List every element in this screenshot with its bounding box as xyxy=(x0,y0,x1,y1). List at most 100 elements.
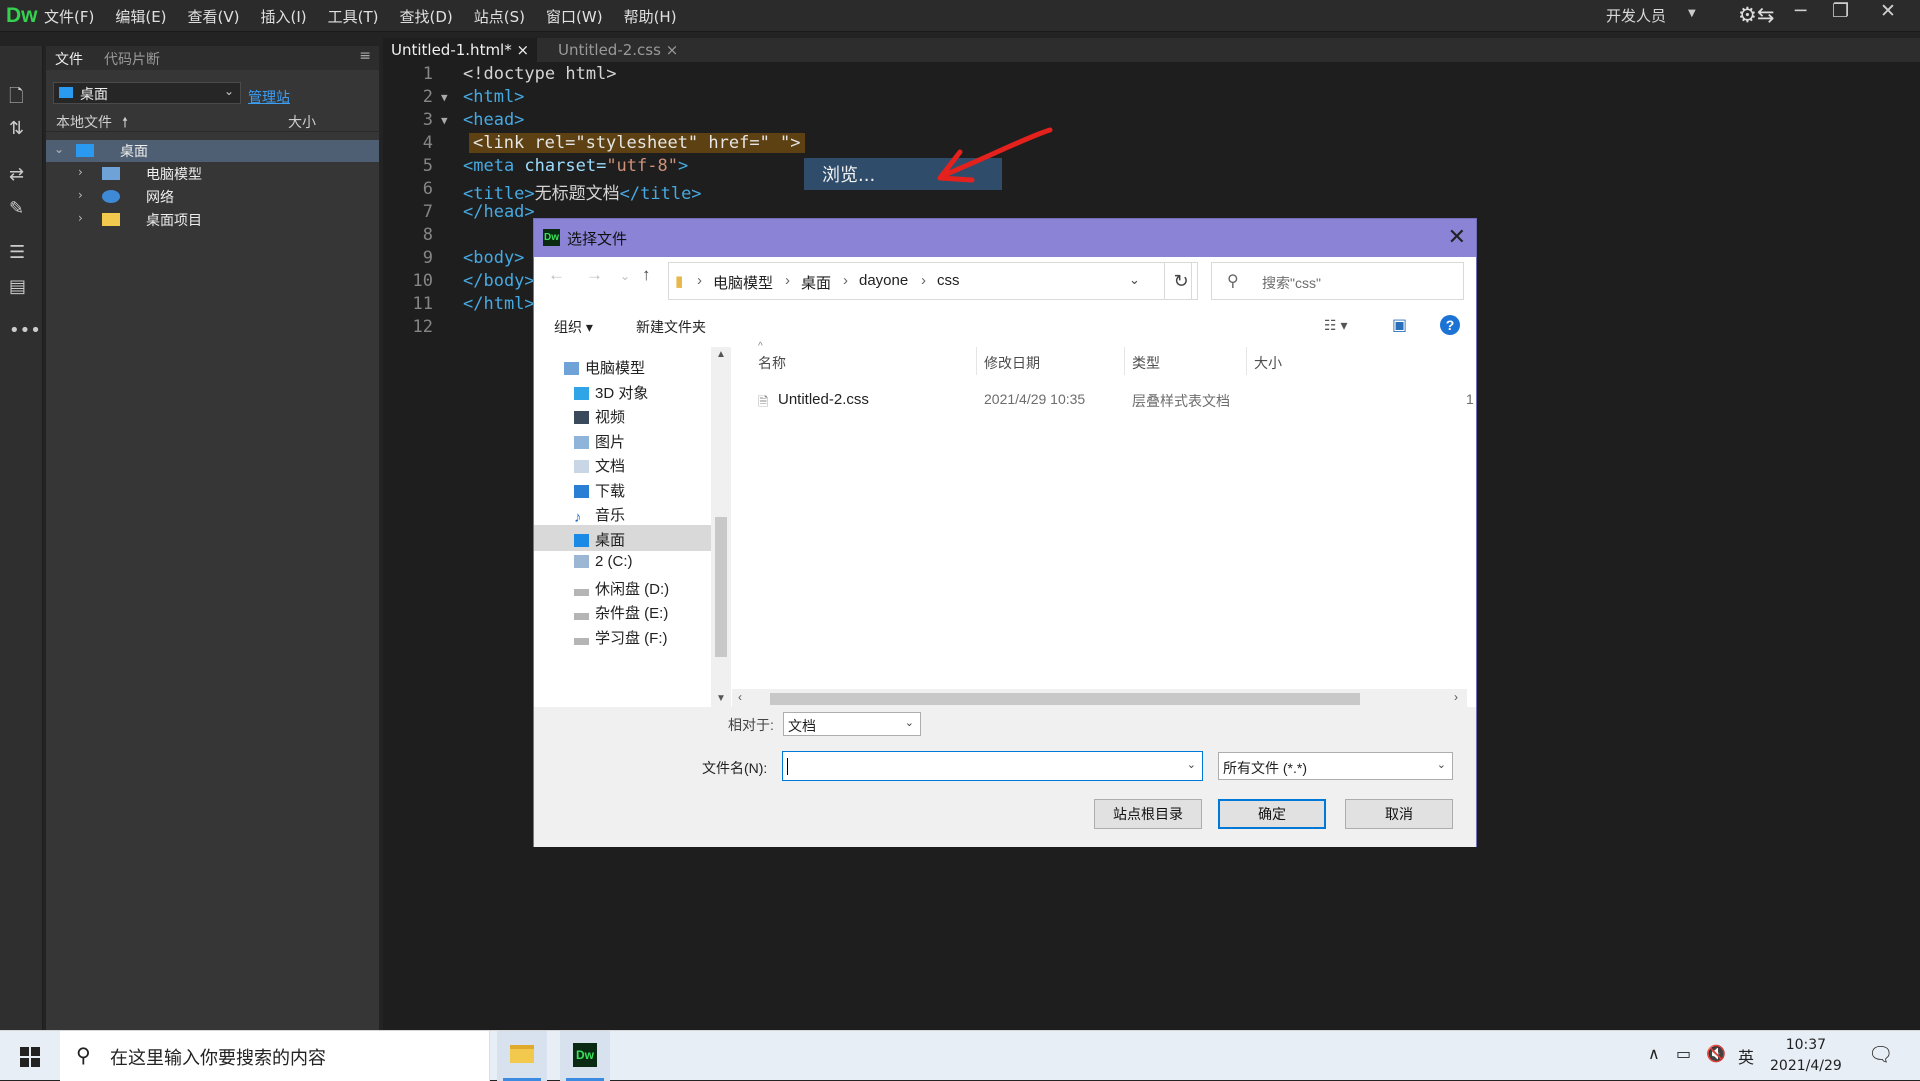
tree-item-desktop[interactable]: ⌄ 桌面 xyxy=(46,140,379,162)
breadcrumb-separator-icon[interactable]: › xyxy=(785,272,790,289)
menu-help[interactable]: 帮助(H) xyxy=(624,6,677,27)
nav-computer[interactable]: 电脑模型 xyxy=(564,357,645,378)
dreamweaver-taskbar-button[interactable]: Dw xyxy=(560,1031,610,1081)
preview-pane-icon[interactable]: ▣ xyxy=(1392,315,1407,335)
workspace-caret-icon[interactable]: ▼ xyxy=(1688,8,1696,19)
nav-drive-c[interactable]: 2 (C:) xyxy=(574,553,633,570)
chevron-down-icon[interactable]: ⌄ xyxy=(1129,272,1140,288)
chevron-down-icon[interactable]: ⌄ xyxy=(1187,758,1196,771)
nav-pictures[interactable]: 图片 xyxy=(574,431,625,452)
fold-toggle-icon[interactable]: ▼ xyxy=(441,91,448,104)
menu-window[interactable]: 窗口(W) xyxy=(546,6,603,27)
column-divider[interactable] xyxy=(1124,347,1125,375)
brush-icon[interactable]: ✎ xyxy=(9,198,24,219)
tree-item-desktop-project[interactable]: › 桌面项目 xyxy=(46,209,379,231)
format-icon[interactable]: ▤ xyxy=(9,276,26,297)
recent-dropdown-icon[interactable]: ⌄ xyxy=(620,269,630,283)
refresh-button[interactable]: ↻ xyxy=(1164,262,1198,300)
close-icon[interactable]: ✕ xyxy=(1448,224,1466,250)
nav-documents[interactable]: 文档 xyxy=(574,455,625,476)
tab-snippets[interactable]: 代码片断 xyxy=(104,49,160,69)
nav-drive-f[interactable]: 学习盘 (F:) xyxy=(574,627,668,648)
settings-gear-icon[interactable]: ⚙⇆ xyxy=(1738,3,1774,27)
forward-arrow-icon[interactable]: → xyxy=(586,265,603,285)
tree-item-computer[interactable]: › 电脑模型 xyxy=(46,163,379,185)
menu-insert[interactable]: 插入(I) xyxy=(261,6,307,27)
menu-file[interactable]: 文件(F) xyxy=(44,6,94,27)
col-size[interactable]: 大小 xyxy=(1254,353,1282,373)
ok-button[interactable]: 确定 xyxy=(1218,799,1326,829)
chevron-right-icon[interactable]: › xyxy=(78,211,83,225)
chevron-right-icon[interactable]: › xyxy=(78,188,83,202)
up-arrow-icon[interactable]: ↑ xyxy=(642,265,651,285)
breadcrumb-desktop[interactable]: 桌面 xyxy=(801,272,831,293)
nav-scrollbar[interactable]: ▲ ▼ xyxy=(711,347,731,707)
nav-3d-objects[interactable]: 3D 对象 xyxy=(574,382,648,403)
comment-icon[interactable]: ☰ xyxy=(9,242,25,263)
filename-input[interactable]: ⌄ xyxy=(782,751,1203,781)
breadcrumb-separator-icon[interactable]: › xyxy=(921,272,926,289)
scroll-down-icon[interactable]: ▼ xyxy=(716,693,726,704)
tab-untitled-1-html[interactable]: Untitled-1.html* × xyxy=(383,38,538,62)
menu-edit[interactable]: 编辑(E) xyxy=(115,6,166,27)
tab-files[interactable]: 文件 xyxy=(55,49,83,69)
col-type[interactable]: 类型 xyxy=(1132,353,1160,373)
search-box[interactable]: ⚲ 搜索"css" xyxy=(1211,262,1464,300)
chevron-right-icon[interactable]: › xyxy=(78,165,83,179)
scrollbar-thumb[interactable] xyxy=(770,693,1360,705)
new-document-icon[interactable]: 🗋 xyxy=(9,84,23,114)
nav-drive-e[interactable]: 杂件盘 (E:) xyxy=(574,602,668,623)
nav-desktop[interactable]: 桌面 xyxy=(534,525,711,551)
scroll-right-icon[interactable]: › xyxy=(1454,690,1458,704)
close-tab-icon[interactable]: × xyxy=(517,41,530,59)
menu-tools[interactable]: 工具(T) xyxy=(328,6,379,27)
nav-music[interactable]: ♪ 音乐 xyxy=(574,504,625,526)
nav-videos[interactable]: 视频 xyxy=(574,406,625,427)
nav-drive-d[interactable]: 休闲盘 (D:) xyxy=(574,578,669,599)
breadcrumb-computer[interactable]: 电脑模型 xyxy=(713,272,773,293)
column-divider[interactable] xyxy=(1246,347,1247,375)
col-size[interactable]: 大小 xyxy=(288,112,316,132)
back-arrow-icon[interactable]: ← xyxy=(548,265,565,285)
windows-start-icon[interactable] xyxy=(20,1047,40,1067)
col-name[interactable]: 名称 xyxy=(758,353,786,373)
dialog-title-bar[interactable]: Dw 选择文件 ✕ xyxy=(534,219,1476,257)
restore-icon[interactable]: ❐ xyxy=(1832,0,1849,22)
view-options-icon[interactable]: ☷ ▾ xyxy=(1324,317,1347,334)
workspace-switcher[interactable]: 开发人员 xyxy=(1606,5,1666,26)
notification-icon[interactable]: 🗨 xyxy=(1868,1042,1893,1066)
battery-icon[interactable]: ▭ xyxy=(1676,1044,1691,1063)
tab-untitled-2-css[interactable]: Untitled-2.css × xyxy=(550,38,686,62)
breadcrumb-css[interactable]: css xyxy=(937,272,960,289)
nav-downloads[interactable]: 下载 xyxy=(574,480,625,501)
breadcrumb-separator-icon[interactable]: › xyxy=(697,272,702,289)
taskbar-search[interactable]: ⚲ 在这里输入你要搜索的内容 xyxy=(60,1031,490,1081)
file-list-hscrollbar[interactable]: ‹ › xyxy=(732,689,1467,707)
close-tab-icon[interactable]: × xyxy=(666,41,679,59)
menu-find[interactable]: 查找(D) xyxy=(400,6,453,27)
chevron-down-icon[interactable]: ⌄ xyxy=(54,142,64,156)
help-icon[interactable]: ? xyxy=(1440,315,1460,335)
scrollbar-thumb[interactable] xyxy=(715,517,727,657)
site-root-button[interactable]: 站点根目录 xyxy=(1094,799,1202,829)
file-type-select[interactable]: 所有文件 (*.*) ⌄ xyxy=(1218,752,1453,780)
volume-mute-icon[interactable]: 🔇 xyxy=(1706,1044,1726,1063)
col-local-files[interactable]: 本地文件 xyxy=(56,112,112,132)
col-date[interactable]: 修改日期 xyxy=(984,353,1040,373)
file-explorer-taskbar-button[interactable] xyxy=(497,1031,547,1081)
scroll-left-icon[interactable]: ‹ xyxy=(738,690,742,704)
column-divider[interactable] xyxy=(976,347,977,375)
organize-button[interactable]: 组织 ▾ xyxy=(554,317,593,337)
address-bar[interactable]: ▮ › 电脑模型 › 桌面 › dayone › css ⌄ xyxy=(668,262,1192,300)
insert-icon[interactable]: ⇄ xyxy=(9,164,24,185)
manage-sites-link[interactable]: 管理站 xyxy=(248,87,290,107)
menu-view[interactable]: 查看(V) xyxy=(188,6,240,27)
scroll-up-icon[interactable]: ▲ xyxy=(716,349,726,360)
menu-site[interactable]: 站点(S) xyxy=(474,6,525,27)
close-window-icon[interactable]: ✕ xyxy=(1880,0,1896,22)
tree-item-network[interactable]: › 网络 xyxy=(46,186,379,208)
ime-indicator[interactable]: 英 xyxy=(1738,1044,1754,1068)
breadcrumb-dayone[interactable]: dayone xyxy=(859,272,908,289)
breadcrumb-separator-icon[interactable]: › xyxy=(843,272,848,289)
transfer-icon[interactable]: ⇅ xyxy=(9,118,24,139)
